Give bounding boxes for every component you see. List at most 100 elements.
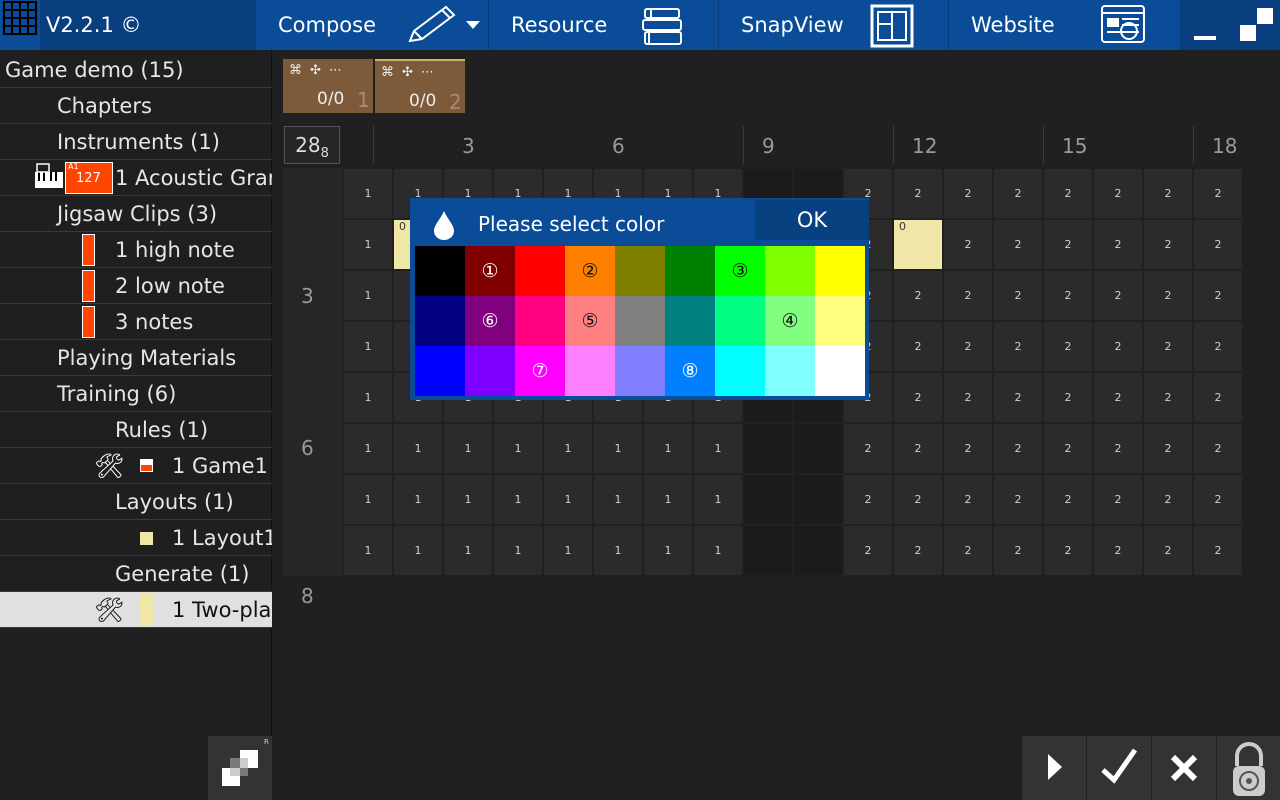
grid-cell[interactable]: 1 — [693, 423, 743, 474]
grid-cell[interactable]: 2 — [1143, 423, 1193, 474]
grid-cell[interactable]: 2 — [943, 423, 993, 474]
grid-cell[interactable]: 2 — [943, 321, 993, 372]
grid-cell[interactable]: 1 — [343, 270, 393, 321]
grid-cell[interactable]: 2 — [1193, 219, 1243, 270]
color-swatch[interactable] — [615, 246, 665, 296]
grid-cell[interactable]: 2 — [1093, 423, 1143, 474]
grid-cell[interactable]: 2 — [1093, 219, 1143, 270]
grid-cell[interactable] — [793, 474, 843, 525]
tree-item-jigsaw-clips[interactable]: Jigsaw Clips (3) — [0, 196, 272, 232]
tree-item-chapters[interactable]: Chapters — [0, 88, 272, 124]
grid-cell[interactable]: 1 — [693, 474, 743, 525]
grid-cell[interactable]: 2 — [1193, 372, 1243, 423]
grid-cell[interactable]: 2 — [1143, 321, 1193, 372]
color-swatch[interactable]: ⑤ — [565, 296, 615, 346]
tree-item-rules[interactable]: Rules (1) — [0, 412, 272, 448]
grid-cell[interactable]: 2 — [1043, 372, 1093, 423]
tree-item-layouts[interactable]: Layouts (1) — [0, 484, 272, 520]
color-swatch[interactable]: ⑥ — [465, 296, 515, 346]
grid-cell[interactable]: 1 — [543, 423, 593, 474]
grid-cell[interactable]: 2 — [1193, 474, 1243, 525]
grid-cell[interactable]: 1 — [643, 525, 693, 576]
grid-cell[interactable]: 1 — [543, 525, 593, 576]
grid-cell[interactable] — [793, 423, 843, 474]
grid-cell[interactable]: 2 — [893, 423, 943, 474]
color-swatch[interactable] — [815, 346, 865, 396]
grid-cell[interactable]: 2 — [843, 525, 893, 576]
grid-cell[interactable]: 2 — [993, 423, 1043, 474]
color-swatch[interactable] — [665, 246, 715, 296]
grid-cell[interactable]: 1 — [493, 474, 543, 525]
color-swatch[interactable] — [715, 296, 765, 346]
grid-cell[interactable]: 1 — [643, 423, 693, 474]
grid-cell[interactable]: 2 — [1093, 525, 1143, 576]
cancel-button[interactable] — [1151, 736, 1215, 800]
color-swatch[interactable]: ⑦ — [515, 346, 565, 396]
grid-cell[interactable] — [743, 474, 793, 525]
color-swatch[interactable] — [415, 246, 465, 296]
grid-cell[interactable]: 2 — [993, 270, 1043, 321]
color-swatch[interactable] — [615, 296, 665, 346]
tree-item-layout1[interactable]: 1 Layout1 — [0, 520, 272, 556]
grid-cell[interactable]: 1 — [343, 372, 393, 423]
grid-cell[interactable]: 1 — [593, 525, 643, 576]
grid-cell[interactable]: 2 — [1143, 525, 1193, 576]
grid-cell[interactable]: 2 — [943, 270, 993, 321]
grid-cell[interactable]: 2 — [1143, 270, 1193, 321]
grid-cell[interactable]: 1 — [693, 525, 743, 576]
grid-cell[interactable]: 2 — [1193, 168, 1243, 219]
grid-cell[interactable]: 2 — [893, 321, 943, 372]
grid-cell[interactable]: 2 — [1043, 321, 1093, 372]
color-swatch[interactable] — [515, 296, 565, 346]
grid-cell[interactable]: 2 — [1193, 321, 1243, 372]
tree-item-clip-low-note[interactable]: 2 low note — [0, 268, 272, 304]
grid-cell[interactable]: 1 — [343, 474, 393, 525]
grid-cell[interactable]: 2 — [893, 474, 943, 525]
grid-cell[interactable]: 1 — [493, 423, 543, 474]
grid-cell[interactable]: 2 — [1043, 270, 1093, 321]
grid-cell[interactable] — [743, 423, 793, 474]
grid-cell[interactable]: 2 — [943, 168, 993, 219]
grid-cell[interactable]: 2 — [1193, 423, 1243, 474]
grid-cell[interactable] — [743, 525, 793, 576]
color-swatch[interactable] — [765, 246, 815, 296]
color-swatch[interactable] — [515, 246, 565, 296]
grid-cell[interactable]: 1 — [393, 423, 443, 474]
tree-item-generate[interactable]: Generate (1) — [0, 556, 272, 592]
grid-cell[interactable]: 2 — [1143, 474, 1193, 525]
tree-item-game-demo[interactable]: Game demo (15) — [0, 52, 272, 88]
grid-cell[interactable]: 2 — [943, 525, 993, 576]
app-logo-button[interactable]: R — [208, 736, 272, 800]
color-swatch[interactable] — [815, 246, 865, 296]
tree-item-training[interactable]: Training (6) — [0, 376, 272, 412]
grid-cell[interactable]: 2 — [1043, 423, 1093, 474]
grid-cell[interactable]: 2 — [1093, 270, 1143, 321]
grid-cell[interactable]: 1 — [343, 321, 393, 372]
color-swatch[interactable] — [765, 346, 815, 396]
color-swatch[interactable]: ① — [465, 246, 515, 296]
color-swatch[interactable] — [815, 296, 865, 346]
website-menu-button[interactable]: Website — [948, 0, 1180, 50]
grid-cell[interactable]: 1 — [343, 525, 393, 576]
tree-item-instruments[interactable]: Instruments (1) — [0, 124, 272, 160]
clip-tab-1[interactable]: ⌘✣⋯ 0/0 1 — [283, 59, 373, 113]
grid-cell[interactable]: 2 — [843, 474, 893, 525]
grid-cell[interactable]: 1 — [343, 219, 393, 270]
grid-cell[interactable]: 1 — [593, 474, 643, 525]
tree-item-two-player[interactable]: 🛠 1 Two-pla — [0, 592, 272, 628]
grid-cell[interactable]: 2 — [1143, 168, 1193, 219]
color-swatch[interactable] — [615, 346, 665, 396]
grid-cell[interactable]: 2 — [943, 474, 993, 525]
grid-cell[interactable]: 2 — [893, 525, 943, 576]
grid-cell[interactable]: 1 — [393, 474, 443, 525]
ok-button[interactable]: OK — [755, 200, 869, 240]
grid-cell[interactable]: 2 — [1093, 321, 1143, 372]
grid-cell[interactable]: 2 — [993, 321, 1043, 372]
color-swatch[interactable] — [665, 296, 715, 346]
snapview-menu-button[interactable]: SnapView — [718, 0, 948, 50]
grid-cell[interactable]: 2 — [993, 219, 1043, 270]
dropdown-icon[interactable] — [466, 21, 480, 31]
color-swatch[interactable]: ② — [565, 246, 615, 296]
grid-cell[interactable]: 2 — [1093, 168, 1143, 219]
tree-item-playing-materials[interactable]: Playing Materials — [0, 340, 272, 376]
